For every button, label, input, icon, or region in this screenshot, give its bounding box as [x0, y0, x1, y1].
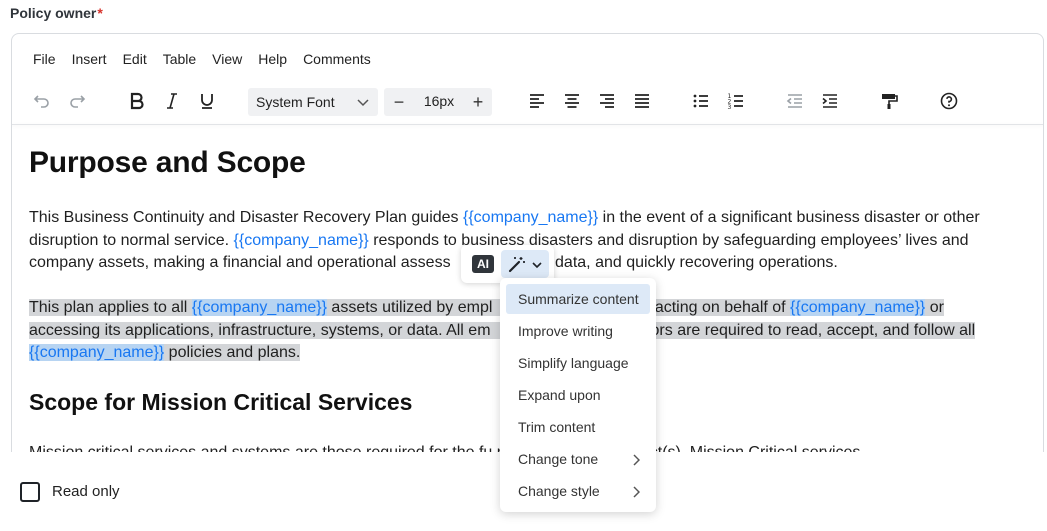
- align-justify-button[interactable]: [627, 86, 657, 116]
- bold-button[interactable]: [122, 86, 152, 116]
- template-variable: {{company_name}}: [233, 231, 369, 249]
- selected-text: This plan applies to all {{company_name}…: [29, 299, 944, 316]
- bold-icon: [130, 92, 144, 110]
- label-text: Policy owner: [10, 5, 97, 21]
- help-icon: [940, 92, 958, 110]
- menu-item-label: Trim content: [518, 419, 596, 435]
- menu-edit[interactable]: Edit: [115, 48, 155, 72]
- undo-icon: [33, 95, 49, 108]
- menu-file[interactable]: File: [12, 48, 64, 72]
- menu-item-label: Change style: [518, 483, 600, 499]
- align-right-button[interactable]: [592, 86, 622, 116]
- read-only-checkbox[interactable]: [20, 482, 40, 502]
- format-painter-button[interactable]: [874, 86, 904, 116]
- redo-button[interactable]: [62, 86, 92, 116]
- align-right-icon: [600, 94, 614, 108]
- menu-summarize-content[interactable]: Summarize content: [506, 284, 650, 314]
- font-size-stepper: − 16px +: [384, 88, 492, 116]
- redo-icon: [70, 95, 86, 108]
- menu-item-label: Summarize content: [518, 291, 639, 307]
- menu-expand-upon[interactable]: Expand upon: [506, 380, 650, 410]
- font-size-decrease-button[interactable]: −: [389, 91, 409, 113]
- text-run: policies and plans.: [164, 344, 301, 361]
- menu-item-label: Expand upon: [518, 387, 601, 403]
- chevron-right-icon: [633, 486, 640, 498]
- menu-view[interactable]: View: [204, 48, 250, 72]
- menu-help[interactable]: Help: [250, 48, 295, 72]
- menu-change-tone[interactable]: Change tone: [506, 444, 650, 474]
- text-run: This Business Continuity and Disaster Re…: [29, 209, 463, 226]
- text-run: assets utilized by empl: [326, 299, 493, 316]
- font-size-increase-button[interactable]: +: [468, 91, 488, 113]
- document-body[interactable]: Purpose and Scope This Business Continui…: [29, 145, 1029, 454]
- menu-trim-content[interactable]: Trim content: [506, 412, 650, 442]
- menubar: File Insert Edit Table View Help Comment…: [12, 48, 379, 72]
- underline-button[interactable]: [192, 86, 222, 116]
- indent-button[interactable]: [815, 86, 845, 116]
- align-justify-icon: [635, 94, 649, 108]
- align-center-button[interactable]: [557, 86, 587, 116]
- menu-insert[interactable]: Insert: [64, 48, 115, 72]
- chevron-down-icon: [532, 262, 542, 269]
- heading-purpose-scope: Purpose and Scope: [29, 146, 306, 179]
- align-left-button[interactable]: [522, 86, 552, 116]
- italic-button[interactable]: [157, 86, 187, 116]
- magic-wand-icon: [508, 257, 525, 273]
- text-run: or: [925, 299, 944, 316]
- ai-badge[interactable]: AI: [472, 255, 494, 273]
- bullet-list-button[interactable]: [686, 86, 716, 116]
- template-variable: {{company_name}}: [29, 344, 165, 361]
- menu-table[interactable]: Table: [155, 48, 204, 72]
- toolbar-divider: [12, 124, 1043, 125]
- menu-comments[interactable]: Comments: [295, 48, 379, 72]
- menu-item-label: Improve writing: [518, 323, 613, 339]
- text-run: data, and quickly recovering operations.: [555, 254, 838, 271]
- menu-change-style[interactable]: Change style: [506, 476, 650, 506]
- align-left-icon: [530, 94, 544, 108]
- font-family-value: System Font: [256, 94, 335, 110]
- text-run: s acting on behalf of: [642, 299, 791, 316]
- numbered-list-button[interactable]: 123: [721, 86, 751, 116]
- outdent-icon: [786, 94, 802, 108]
- underline-icon: [201, 94, 213, 109]
- menu-improve-writing[interactable]: Improve writing: [506, 316, 650, 346]
- chevron-down-icon: [357, 99, 369, 107]
- text-run: accessing its applications, infrastructu…: [29, 321, 491, 339]
- toolbar: System Font − 16px + 123: [12, 86, 1043, 118]
- read-only-label[interactable]: Read only: [52, 483, 120, 500]
- bullet-list-icon: [693, 94, 708, 108]
- template-variable: {{company_name}}: [790, 299, 926, 316]
- indent-icon: [822, 94, 837, 108]
- help-button[interactable]: [934, 86, 964, 116]
- required-asterisk: *: [97, 5, 103, 21]
- italic-icon: [167, 93, 177, 109]
- chevron-right-icon: [633, 454, 640, 466]
- template-variable: {{company_name}}: [191, 299, 327, 316]
- font-size-value[interactable]: 16px: [414, 93, 464, 109]
- selected-text: {{company_name}} policies and plans.: [29, 344, 301, 361]
- undo-button[interactable]: [27, 86, 57, 116]
- heading-mission-critical: Scope for Mission Critical Services: [29, 389, 413, 415]
- svg-text:3: 3: [728, 104, 732, 111]
- ai-actions-menu: Summarize content Improve writing Simpli…: [500, 278, 656, 512]
- template-variable: {{company_name}}: [462, 209, 599, 226]
- text-run: ors are required to read, accept, and fo…: [650, 321, 976, 339]
- policy-owner-label: Policy owner*: [10, 5, 103, 21]
- numbered-list-icon: 123: [728, 93, 743, 111]
- paint-roller-icon: [882, 94, 898, 109]
- menu-item-label: Change tone: [518, 451, 599, 467]
- menu-simplify-language[interactable]: Simplify language: [506, 348, 650, 378]
- menu-item-label: Simplify language: [518, 355, 629, 371]
- ai-actions-button[interactable]: [501, 250, 549, 278]
- outdent-button[interactable]: [780, 86, 810, 116]
- font-family-select[interactable]: System Font: [248, 88, 378, 116]
- align-center-icon: [565, 94, 579, 108]
- text-run: This plan applies to all: [29, 299, 192, 316]
